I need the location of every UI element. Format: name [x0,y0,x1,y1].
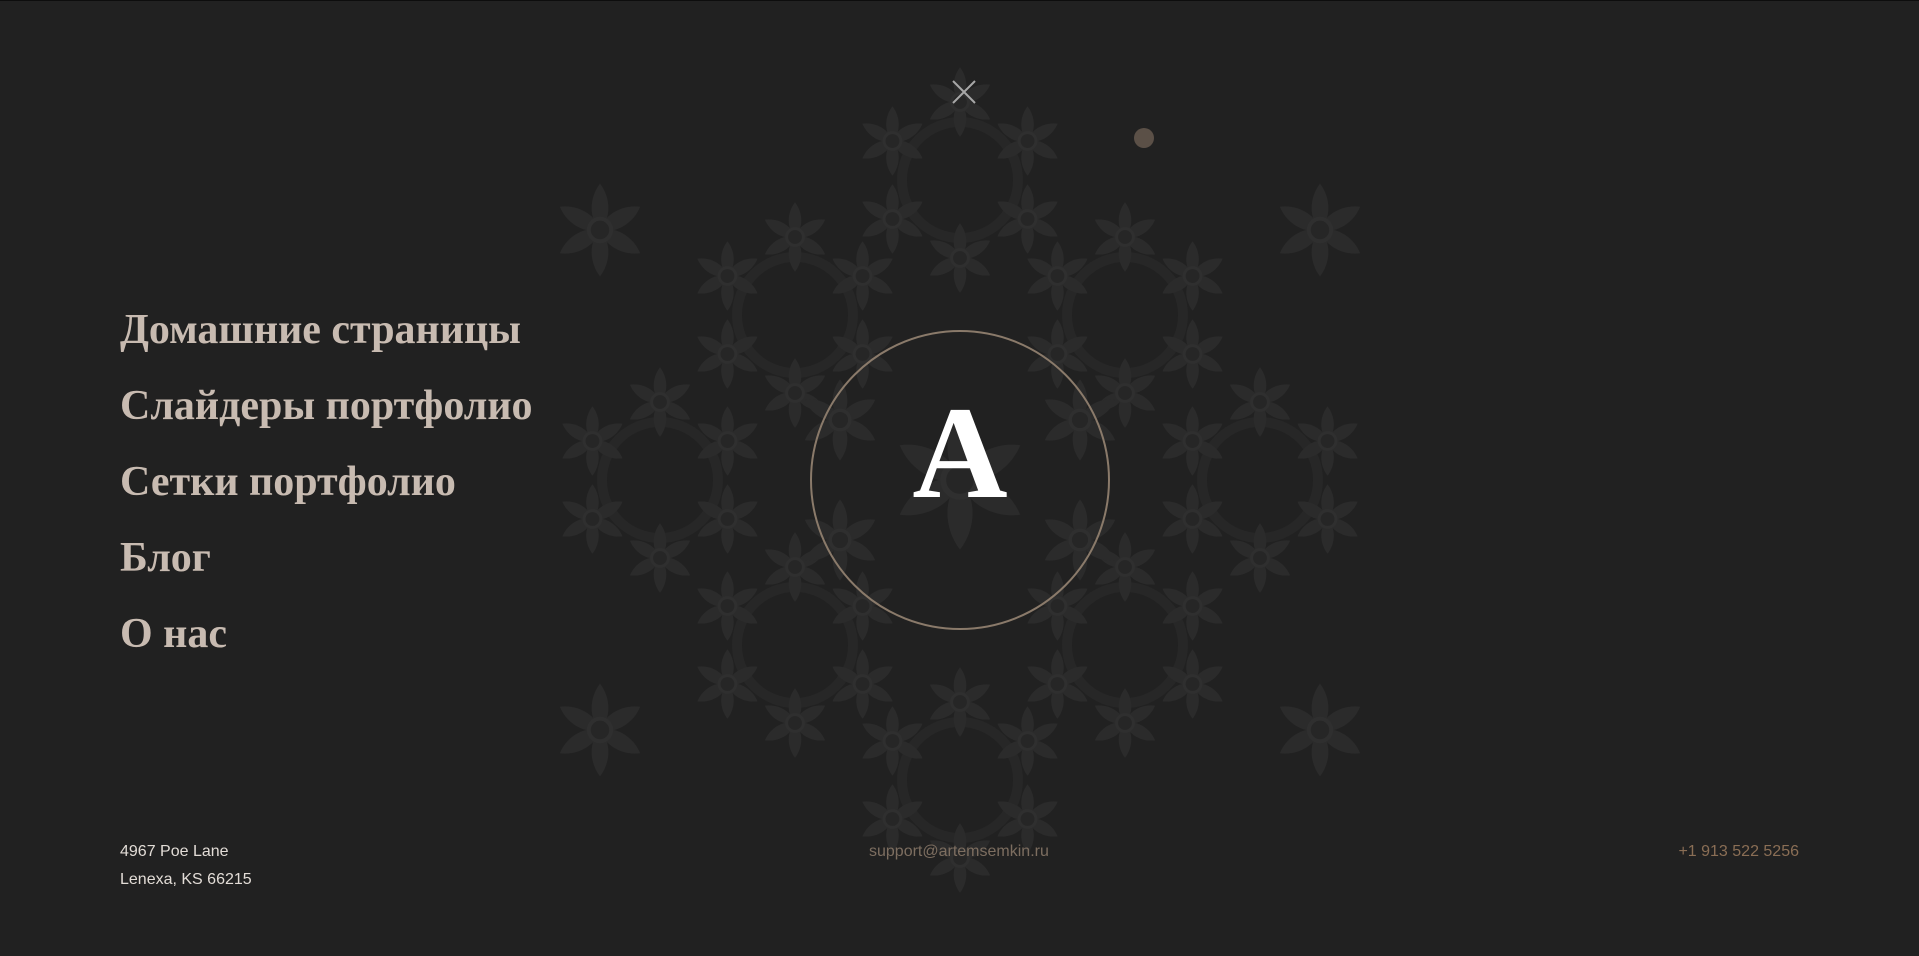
menu-link-home-pages[interactable]: Домашние страницы [120,307,521,353]
main-menu: Домашние страницы Слайдеры портфолио Сет… [120,302,533,682]
cursor-follower-dot [1134,128,1154,148]
menu-item: О нас [120,606,533,682]
close-menu-button[interactable] [948,76,980,108]
address-line-2: Lenexa, KS 66215 [120,871,252,888]
logo-letter: A [912,379,1008,526]
footer-address: 4967 Poe Lane Lenexa, KS 66215 [120,838,252,894]
menu-link-portfolio-sliders[interactable]: Слайдеры портфолио [120,383,533,429]
menu-item: Блог [120,530,533,606]
menu-item: Слайдеры портфолио [120,378,533,454]
footer-email-link[interactable]: support@artemsemkin.ru [869,838,1049,866]
menu-link-blog[interactable]: Блог [120,535,211,581]
menu-link-about[interactable]: О нас [120,611,227,657]
address-line-1: 4967 Poe Lane [120,843,229,860]
close-icon [952,80,976,104]
site-logo[interactable]: A [810,330,1110,630]
footer-phone-link[interactable]: +1 913 522 5256 [1678,838,1799,866]
menu-item: Сетки портфолио [120,454,533,530]
top-border [0,0,1919,1]
menu-item: Домашние страницы [120,302,533,378]
menu-link-portfolio-grids[interactable]: Сетки портфолио [120,459,456,505]
